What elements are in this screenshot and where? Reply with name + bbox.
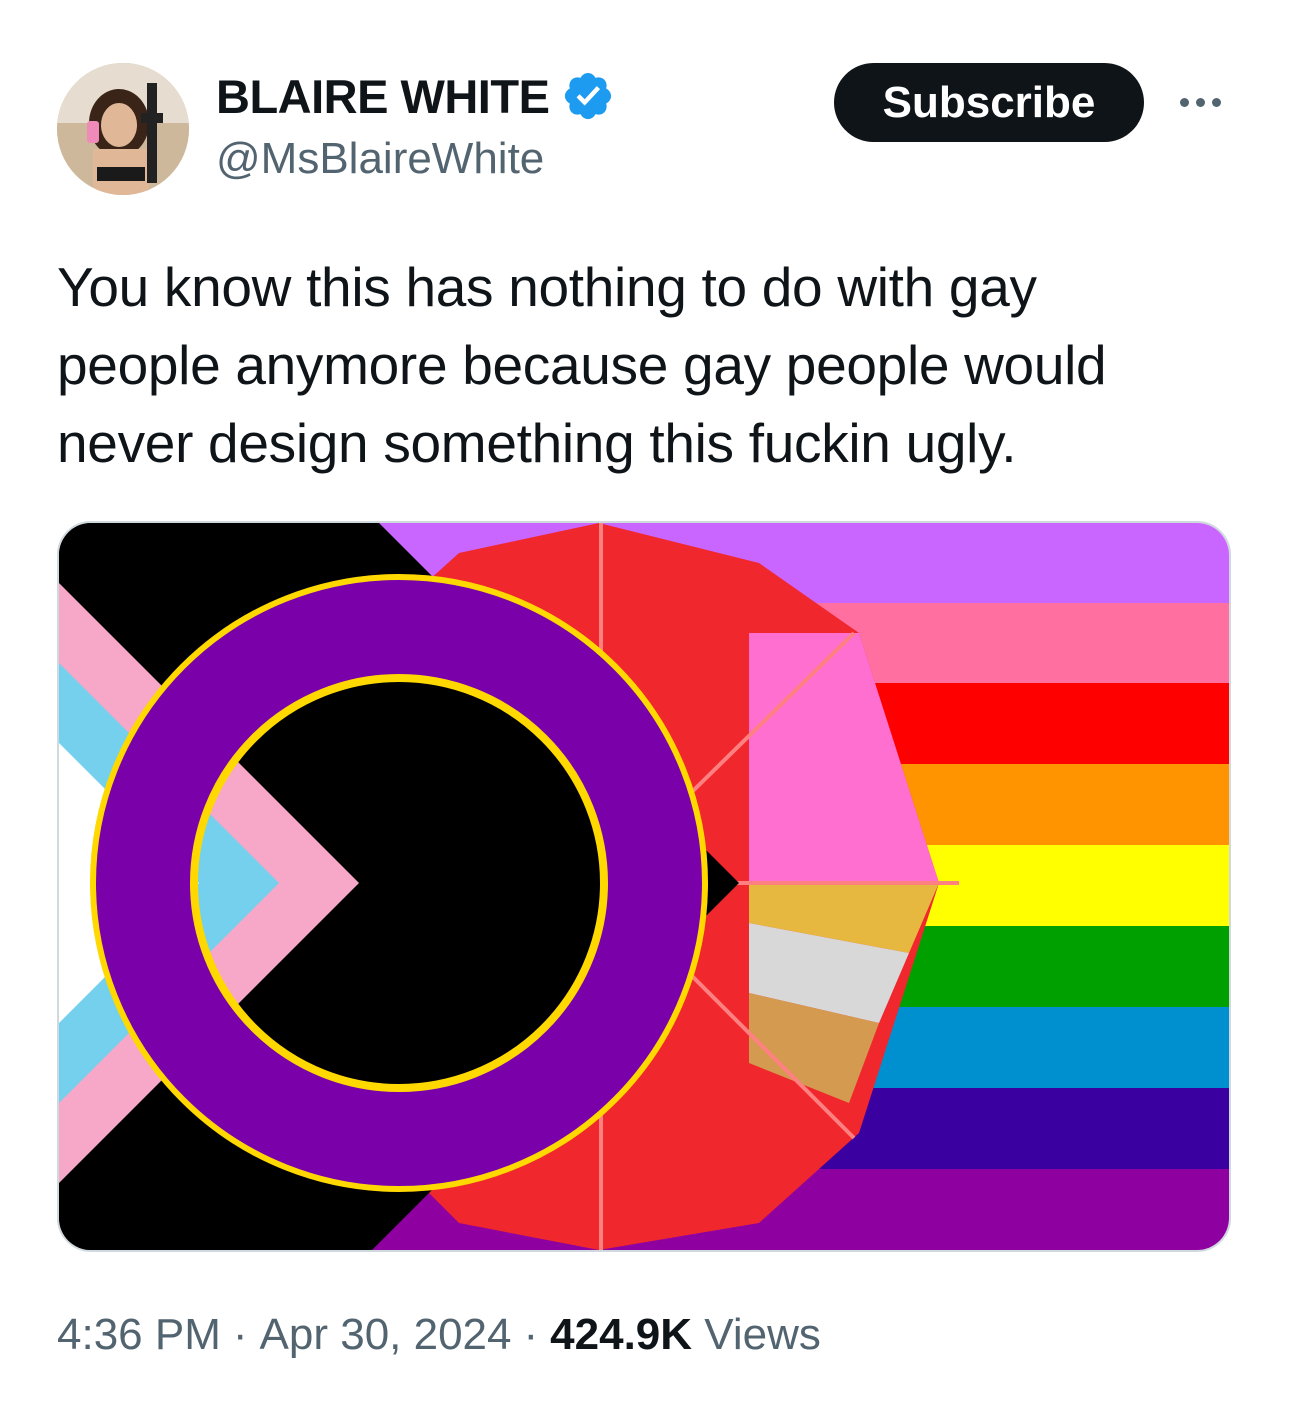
flag-image <box>59 523 1229 1250</box>
display-name[interactable]: BLAIRE WHITE <box>216 69 550 124</box>
separator: · <box>523 1310 539 1359</box>
tweet-meta: 4:36 PM · Apr 30, 2024 · 424.9K Views <box>57 1310 821 1360</box>
avatar[interactable] <box>57 63 189 195</box>
tweet-time[interactable]: 4:36 PM <box>57 1310 221 1359</box>
tweet-date[interactable]: Apr 30, 2024 <box>260 1310 512 1359</box>
verified-badge-icon[interactable] <box>561 69 615 123</box>
separator: · <box>232 1310 248 1359</box>
user-handle[interactable]: @MsBlaireWhite <box>216 134 544 184</box>
dot <box>1211 97 1221 107</box>
views-label: Views <box>704 1310 821 1359</box>
dot <box>1195 97 1205 107</box>
ellipsis-icon[interactable] <box>1170 82 1230 122</box>
tweet-media[interactable] <box>57 521 1231 1252</box>
subscribe-button[interactable]: Subscribe <box>834 63 1144 142</box>
dot <box>1179 97 1189 107</box>
author-name-row: BLAIRE WHITE <box>216 66 615 126</box>
profile-photo <box>57 63 189 195</box>
views-count: 424.9K <box>550 1310 693 1359</box>
tweet-text: You know this has nothing to do with gay… <box>57 256 1107 474</box>
